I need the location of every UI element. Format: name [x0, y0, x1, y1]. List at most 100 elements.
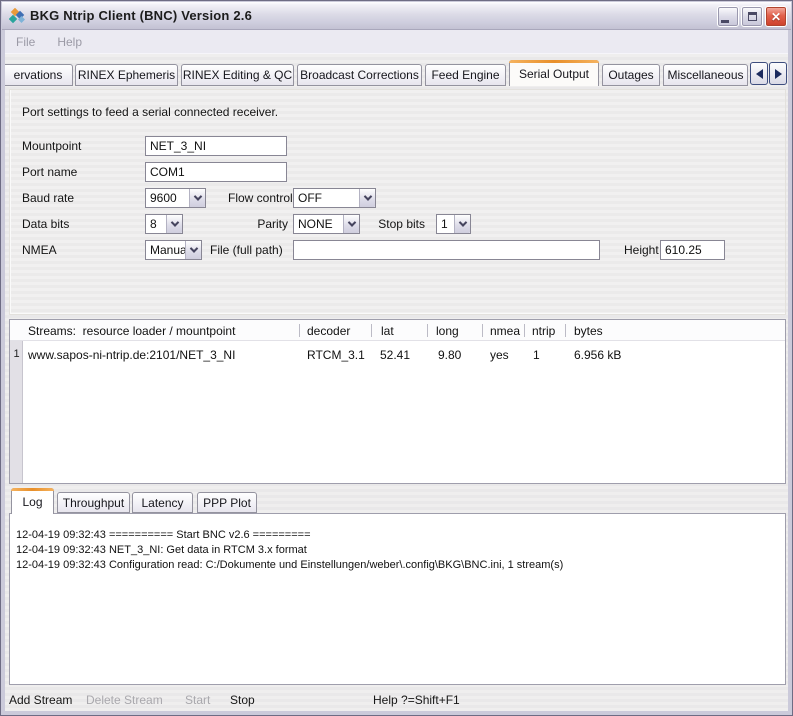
streams-table-header: Streams: resource loader / mountpoint de…	[10, 320, 785, 341]
close-button[interactable]: ✕	[765, 6, 787, 27]
column-nmea: nmea	[490, 324, 520, 338]
chevron-down-icon	[189, 244, 197, 252]
maximize-icon	[748, 12, 757, 21]
nmea-dropdown-button[interactable]	[185, 241, 201, 259]
flow-control-dropdown-button[interactable]	[359, 189, 375, 207]
streams-table: Streams: resource loader / mountpoint de…	[9, 319, 786, 484]
menu-help[interactable]: Help	[57, 35, 82, 49]
file-path-label: File (full path)	[210, 240, 283, 260]
close-icon: ✕	[771, 11, 781, 23]
window-title: BKG Ntrip Client (BNC) Version 2.6	[30, 8, 252, 23]
port-name-label: Port name	[22, 162, 77, 182]
port-name-input[interactable]	[145, 162, 287, 182]
column-separator	[371, 324, 372, 337]
bottom-button-bar: Add Stream Delete Stream Start Stop Help…	[5, 687, 788, 713]
tab-scroll-left-button[interactable]	[750, 62, 768, 85]
data-bits-label: Data bits	[22, 214, 69, 234]
column-separator	[427, 324, 428, 337]
height-label: Height	[624, 240, 659, 260]
app-icon	[9, 8, 25, 24]
tab-serial-output[interactable]: Serial Output	[509, 60, 599, 86]
add-stream-button[interactable]: Add Stream	[9, 687, 72, 713]
column-separator	[565, 324, 566, 337]
tab-scroll-right-button[interactable]	[769, 62, 787, 85]
start-button[interactable]: Start	[185, 687, 210, 713]
baud-rate-value: 9600	[150, 189, 177, 207]
delete-stream-button[interactable]: Delete Stream	[86, 687, 163, 713]
mountpoint-input[interactable]	[145, 136, 287, 156]
flow-control-label: Flow control	[228, 188, 288, 208]
baud-rate-select[interactable]: 9600	[145, 188, 206, 208]
flow-control-select[interactable]: OFF	[293, 188, 376, 208]
log-output[interactable]: 12-04-19 09:32:43 ========== Start BNC v…	[9, 513, 786, 685]
log-line: 12-04-19 09:32:43 Configuration read: C:…	[16, 558, 563, 573]
cell-nmea: yes	[490, 348, 509, 362]
cell-lat: 52.41	[380, 348, 410, 362]
log-line: 12-04-19 09:32:43 ========== Start BNC v…	[16, 528, 311, 543]
tab-throughput[interactable]: Throughput	[57, 492, 130, 513]
help-shortcut-label: Help ?=Shift+F1	[373, 687, 460, 713]
tab-latency[interactable]: Latency	[132, 492, 193, 513]
cell-mountpoint: www.sapos-ni-ntrip.de:2101/NET_3_NI	[28, 348, 235, 362]
chevron-down-icon	[170, 218, 178, 226]
log-line: 12-04-19 09:32:43 NET_3_NI: Get data in …	[16, 543, 307, 558]
tab-rinex-editing-qc[interactable]: RINEX Editing & QC	[181, 64, 294, 86]
column-bytes: bytes	[574, 324, 603, 338]
baud-rate-dropdown-button[interactable]	[189, 189, 205, 207]
stop-bits-select[interactable]: 1	[436, 214, 471, 234]
tab-log[interactable]: Log	[11, 488, 54, 514]
chevron-down-icon	[193, 192, 201, 200]
nmea-select[interactable]: Manual	[145, 240, 202, 260]
column-decoder: decoder	[307, 324, 350, 338]
panel-description: Port settings to feed a serial connected…	[22, 102, 278, 122]
tab-feed-engine[interactable]: Feed Engine	[425, 64, 506, 86]
window-controls: ✕	[717, 6, 787, 27]
config-tab-bar: ervations RINEX Ephemeris RINEX Editing …	[5, 59, 788, 87]
cell-decoder: RTCM_3.1	[307, 348, 365, 362]
minimize-icon	[721, 20, 729, 23]
parity-select[interactable]: NONE	[293, 214, 360, 234]
data-bits-value: 8	[150, 215, 157, 233]
stop-button[interactable]: Stop	[230, 687, 255, 713]
column-ntrip: ntrip	[532, 324, 555, 338]
stop-bits-label: Stop bits	[372, 214, 425, 234]
tab-scroll-right-icon	[775, 69, 782, 79]
bnc-window: BKG Ntrip Client (BNC) Version 2.6 ✕ Fil…	[0, 0, 793, 716]
cell-ntrip: 1	[533, 348, 540, 362]
nmea-label: NMEA	[22, 240, 57, 260]
tab-observations[interactable]: ervations	[5, 64, 73, 86]
tab-rinex-ephemeris[interactable]: RINEX Ephemeris	[75, 64, 178, 86]
tab-outages[interactable]: Outages	[602, 64, 660, 86]
column-separator	[524, 324, 525, 337]
table-row[interactable]: 1 www.sapos-ni-ntrip.de:2101/NET_3_NI RT…	[10, 345, 785, 366]
tab-broadcast-corrections[interactable]: Broadcast Corrections	[297, 64, 422, 86]
parity-dropdown-button[interactable]	[343, 215, 359, 233]
stop-bits-value: 1	[441, 215, 448, 233]
flow-control-value: OFF	[298, 189, 322, 207]
column-long: long	[436, 324, 459, 338]
menu-file[interactable]: File	[16, 35, 35, 49]
height-input[interactable]	[660, 240, 725, 260]
stop-bits-dropdown-button[interactable]	[454, 215, 470, 233]
chevron-down-icon	[347, 218, 355, 226]
monitor-tab-bar: Log Throughput Latency PPP Plot	[5, 488, 788, 514]
data-bits-select[interactable]: 8	[145, 214, 183, 234]
tab-ppp-plot[interactable]: PPP Plot	[197, 492, 257, 513]
serial-output-panel: Port settings to feed a serial connected…	[9, 89, 786, 315]
column-separator	[299, 324, 300, 337]
mountpoint-label: Mountpoint	[22, 136, 81, 156]
chevron-down-icon	[458, 218, 466, 226]
column-lat: lat	[381, 324, 394, 338]
file-path-input[interactable]	[293, 240, 600, 260]
cell-long: 9.80	[438, 348, 461, 362]
minimize-button[interactable]	[717, 6, 739, 27]
title-bar[interactable]: BKG Ntrip Client (BNC) Version 2.6 ✕	[2, 2, 791, 30]
cell-bytes: 6.956 kB	[574, 348, 621, 362]
data-bits-dropdown-button[interactable]	[166, 215, 182, 233]
row-number: 1	[10, 348, 23, 360]
column-streams-mountpoint: Streams: resource loader / mountpoint	[28, 324, 235, 338]
maximize-button[interactable]	[741, 6, 763, 27]
tab-miscellaneous[interactable]: Miscellaneous	[663, 64, 748, 86]
chevron-down-icon	[363, 192, 371, 200]
nmea-value: Manual	[150, 241, 189, 259]
